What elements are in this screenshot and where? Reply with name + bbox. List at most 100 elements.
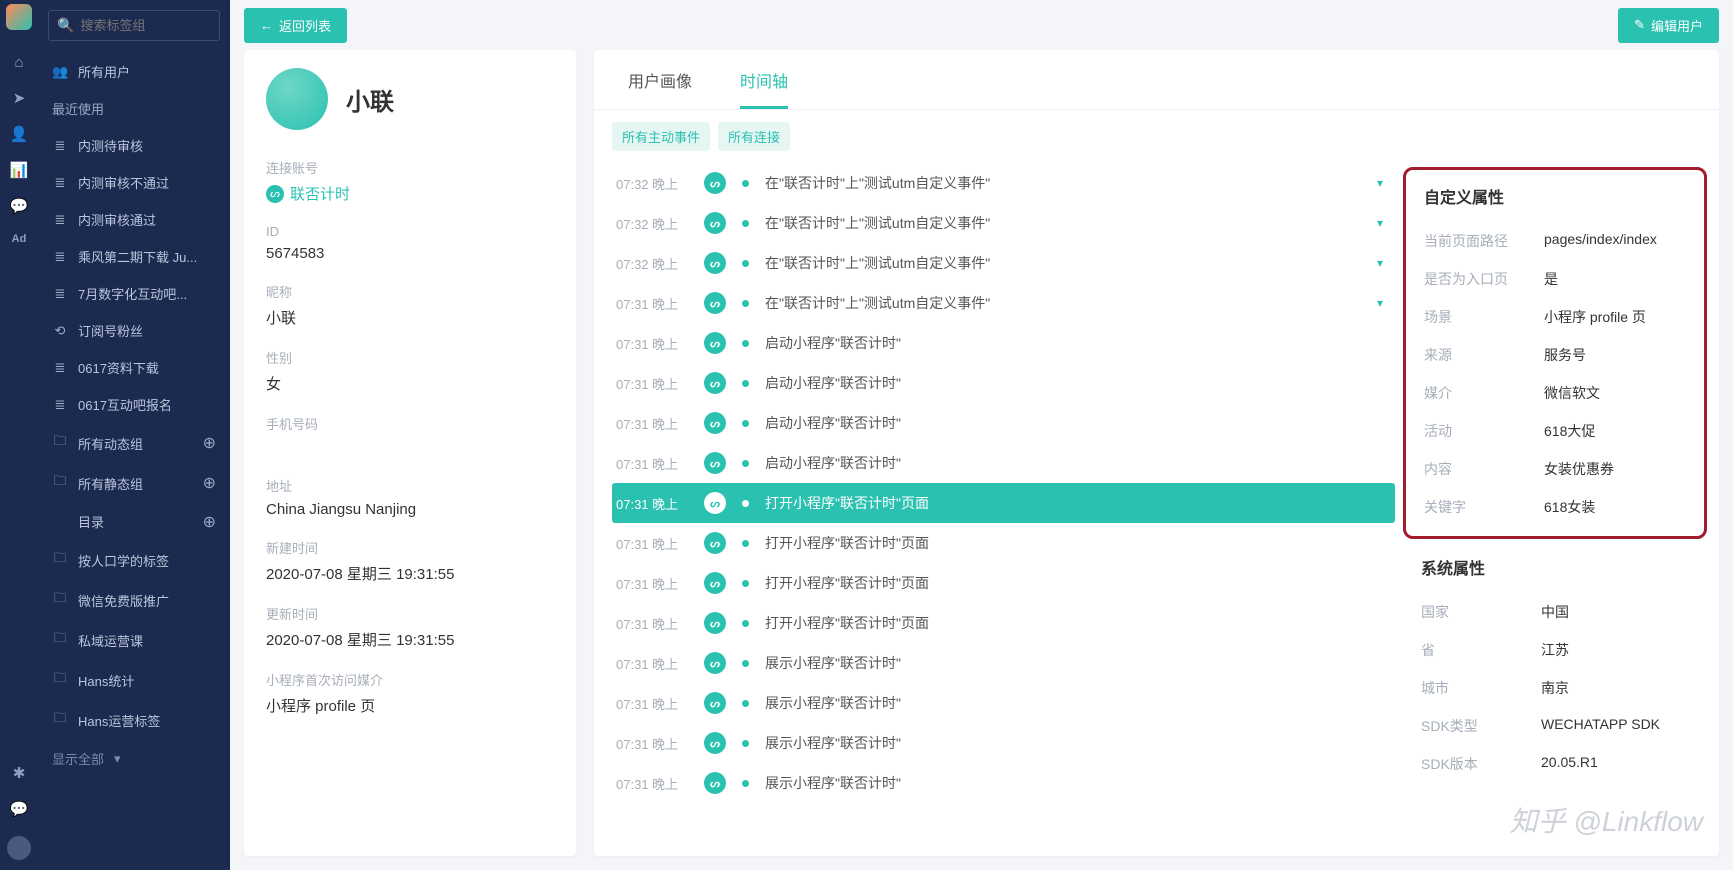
tab-user-portrait[interactable]: 用户画像 — [628, 50, 692, 109]
search-box[interactable]: 🔍 — [48, 10, 220, 41]
event-time: 07:32 晚上 — [616, 174, 688, 193]
plus-icon[interactable]: ⊕ — [203, 433, 216, 453]
attr-value: 20.05.R1 — [1541, 754, 1689, 774]
sidebar-all-users[interactable]: 👥 所有用户 — [38, 53, 230, 90]
sidebar-folder[interactable]: 🗀私域运营课 — [38, 620, 230, 660]
bullet-icon — [742, 620, 749, 627]
event-text: 在"联否计时"上"测试utm自定义事件" — [765, 293, 1361, 313]
timeline-event[interactable]: 07:31 晚上ᔕ启动小程序"联否计时" — [612, 403, 1395, 443]
timeline-event[interactable]: 07:31 晚上ᔕ在"联否计时"上"测试utm自定义事件"▾ — [612, 283, 1395, 323]
sidebar-recent-item[interactable]: ≣内测审核不通过 — [38, 164, 230, 201]
timeline-event[interactable]: 07:32 晚上ᔕ在"联否计时"上"测试utm自定义事件"▾ — [612, 203, 1395, 243]
wechat-mp-icon: ᔕ — [704, 732, 726, 754]
sidebar-folder[interactable]: 🗀Hans运营标签 — [38, 700, 230, 740]
tab-timeline[interactable]: 时间轴 — [740, 50, 788, 109]
sidebar-group[interactable]: 🗀所有静态组 — [38, 463, 203, 503]
bullet-icon — [742, 380, 749, 387]
attr-key: 城市 — [1421, 678, 1541, 698]
chevron-down-icon[interactable]: ▾ — [1377, 216, 1383, 230]
plus-icon[interactable]: ⊕ — [203, 473, 216, 493]
chevron-down-icon[interactable]: ▾ — [1377, 256, 1383, 270]
timeline-event[interactable]: 07:31 晚上ᔕ展示小程序"联否计时" — [612, 683, 1395, 723]
timeline-event[interactable]: 07:31 晚上ᔕ打开小程序"联否计时"页面 — [612, 603, 1395, 643]
attr-value: 是 — [1544, 269, 1686, 289]
event-time: 07:31 晚上 — [616, 294, 688, 313]
ad-icon[interactable]: Ad — [12, 233, 27, 245]
help-icon[interactable]: 💬 — [10, 800, 29, 818]
search-input[interactable] — [80, 18, 211, 33]
folder-icon: 🗀 — [52, 589, 68, 611]
event-time: 07:31 晚上 — [616, 494, 688, 513]
sidebar-recent-item[interactable]: ≣乘风第二期下载 Ju... — [38, 238, 230, 275]
home-icon[interactable]: ⌂ — [14, 54, 23, 71]
settings-icon[interactable]: ✱ — [13, 764, 26, 782]
bullet-icon — [742, 220, 749, 227]
timeline-event[interactable]: 07:31 晚上ᔕ打开小程序"联否计时"页面 — [612, 563, 1395, 603]
attr-key: SDK类型 — [1421, 716, 1541, 736]
item-label: 乘风第二期下载 Ju... — [78, 247, 197, 266]
sidebar-recent-item[interactable]: ≣7月数字化互动吧... — [38, 275, 230, 312]
field-label: 性别 — [266, 348, 554, 367]
bullet-icon — [742, 780, 749, 787]
send-icon[interactable]: ➤ — [13, 89, 26, 107]
edit-user-button[interactable]: ✎ 编辑用户 — [1618, 8, 1719, 43]
timeline-event[interactable]: 07:31 晚上ᔕ启动小程序"联否计时" — [612, 323, 1395, 363]
event-list[interactable]: 07:32 晚上ᔕ在"联否计时"上"测试utm自定义事件"▾07:32 晚上ᔕ在… — [594, 163, 1399, 856]
back-button[interactable]: ← 返回列表 — [244, 8, 347, 43]
folder-label: Hans统计 — [78, 671, 134, 690]
custom-attributes-box: 自定义属性 当前页面路径pages/index/index是否为入口页是场景小程… — [1403, 167, 1707, 539]
folder-icon: 🗀 — [52, 472, 68, 494]
all-users-label: 所有用户 — [78, 62, 130, 81]
app-logo — [6, 4, 32, 30]
timeline-event[interactable]: 07:32 晚上ᔕ在"联否计时"上"测试utm自定义事件"▾ — [612, 163, 1395, 203]
sidebar-group[interactable]: 目录 — [38, 503, 203, 540]
field-label: 新建时间 — [266, 538, 554, 557]
filter-all-active-events[interactable]: 所有主动事件 — [612, 122, 710, 151]
timeline-event[interactable]: 07:31 晚上ᔕ打开小程序"联否计时"页面 — [612, 483, 1395, 523]
event-text: 启动小程序"联否计时" — [765, 373, 1383, 393]
timeline-event[interactable]: 07:31 晚上ᔕ打开小程序"联否计时"页面 — [612, 523, 1395, 563]
chart-icon[interactable]: 📊 — [10, 161, 29, 179]
attr-value: 中国 — [1541, 602, 1689, 622]
attr-value: 微信软文 — [1544, 383, 1686, 403]
group-label: 目录 — [78, 512, 104, 531]
folder-label: 微信免费版推广 — [78, 591, 169, 610]
timeline-event[interactable]: 07:31 晚上ᔕ启动小程序"联否计时" — [612, 363, 1395, 403]
timeline-event[interactable]: 07:32 晚上ᔕ在"联否计时"上"测试utm自定义事件"▾ — [612, 243, 1395, 283]
chevron-down-icon[interactable]: ▾ — [1377, 176, 1383, 190]
timeline-event[interactable]: 07:31 晚上ᔕ展示小程序"联否计时" — [612, 763, 1395, 803]
user-icon[interactable]: 👤 — [10, 125, 29, 143]
sidebar-recent-item[interactable]: ≣内测待审核 — [38, 127, 230, 164]
chat-icon[interactable]: 💬 — [10, 197, 29, 215]
sidebar-recent-item[interactable]: ≣0617资料下载 — [38, 349, 230, 386]
current-user-avatar[interactable] — [7, 836, 31, 860]
timeline-event[interactable]: 07:31 晚上ᔕ展示小程序"联否计时" — [612, 643, 1395, 683]
sidebar-folder[interactable]: 🗀按人口学的标签 — [38, 540, 230, 580]
attr-key: 媒介 — [1424, 383, 1544, 403]
show-all[interactable]: 显示全部 ▾ — [38, 740, 230, 777]
attribute-row: 媒介微信软文 — [1424, 374, 1686, 412]
event-text: 打开小程序"联否计时"页面 — [765, 613, 1383, 633]
sidebar-folder[interactable]: 🗀 微信免费版推广 — [38, 580, 230, 620]
event-text: 打开小程序"联否计时"页面 — [765, 533, 1383, 553]
chevron-down-icon[interactable]: ▾ — [1377, 296, 1383, 310]
profile-field: 新建时间2020-07-08 星期三 19:31:55 — [266, 538, 554, 584]
attr-key: 场景 — [1424, 307, 1544, 327]
list-icon: ≣ — [52, 360, 68, 376]
sidebar-folder[interactable]: 🗀 Hans统计 — [38, 660, 230, 700]
event-time: 07:31 晚上 — [616, 574, 688, 593]
plus-icon[interactable]: ⊕ — [203, 512, 216, 532]
timeline-event[interactable]: 07:31 晚上ᔕ启动小程序"联否计时" — [612, 443, 1395, 483]
sidebar-group[interactable]: 🗀所有动态组 — [38, 423, 203, 463]
timeline-event[interactable]: 07:31 晚上ᔕ展示小程序"联否计时" — [612, 723, 1395, 763]
folder-icon: 🗀 — [52, 669, 68, 691]
sidebar-recent-item[interactable]: ≣内测审核通过 — [38, 201, 230, 238]
attr-value: 服务号 — [1544, 345, 1686, 365]
attr-key: 国家 — [1421, 602, 1541, 622]
sidebar-recent-item[interactable]: ⟲订阅号粉丝 — [38, 312, 230, 349]
attr-key: 关键字 — [1424, 497, 1544, 517]
filter-all-connections[interactable]: 所有连接 — [718, 122, 790, 151]
sidebar-recent-item[interactable]: ≣0617互动吧报名 — [38, 386, 230, 423]
attribute-row: 省江苏 — [1421, 631, 1689, 669]
bullet-icon — [742, 740, 749, 747]
